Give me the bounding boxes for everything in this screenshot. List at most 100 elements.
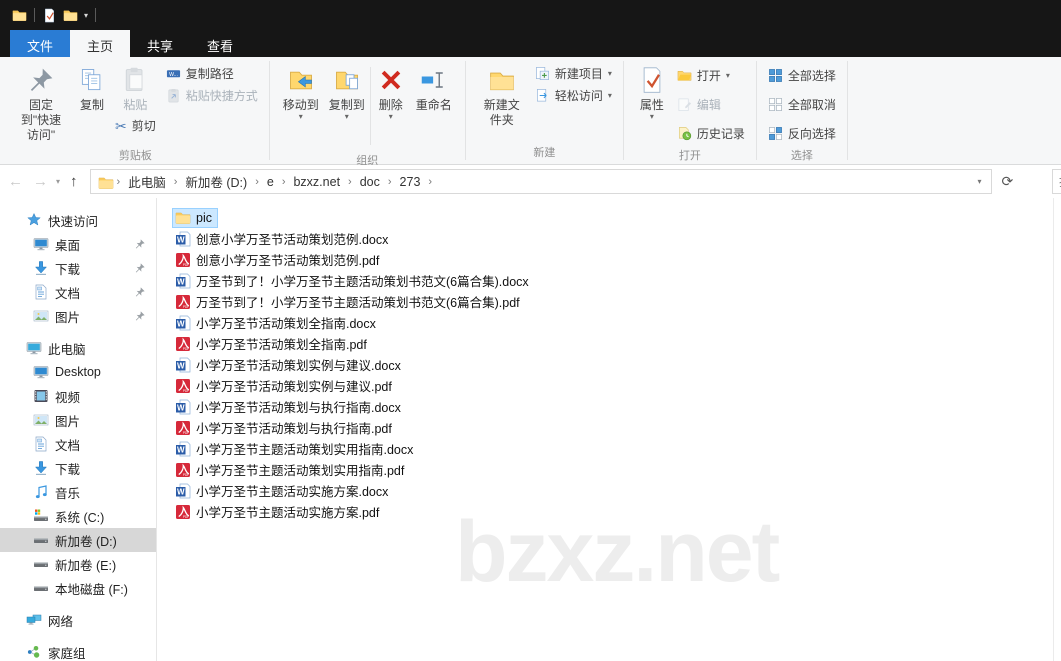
breadcrumb-item[interactable]: 此电脑 — [121, 168, 173, 195]
history-label: 历史记录 — [697, 125, 745, 142]
file-item[interactable]: W小学万圣节活动策划全指南.docx — [172, 311, 382, 334]
copy-to-button[interactable]: 复制到 ▾ — [324, 63, 370, 122]
paste-button[interactable]: 粘贴 — [112, 63, 159, 114]
forward-button[interactable]: → — [31, 173, 56, 190]
properties-button[interactable]: 属性 ▾ — [632, 63, 672, 122]
tab-file[interactable]: 文件 — [10, 30, 70, 57]
open-button[interactable]: 打开 ▾ — [674, 65, 748, 86]
breadcrumb-item[interactable]: 新加卷 (D:) — [178, 168, 254, 195]
sidebar-item-desktop[interactable]: Desktop — [0, 360, 156, 384]
paste-shortcut-button[interactable]: 粘贴快捷方式 — [163, 85, 261, 106]
breadcrumb-item[interactable]: doc — [353, 171, 387, 193]
file-item[interactable]: PDF小学万圣节活动策划实例与建议.pdf — [172, 374, 398, 397]
address-box[interactable]: ›此电脑›新加卷 (D:)›e›bzxz.net›doc›273› ▾ — [90, 169, 992, 194]
pdf-icon: PDF — [175, 420, 191, 436]
word-icon: W — [175, 357, 191, 373]
desktop-icon — [33, 364, 49, 380]
sidebar-item-quick-access[interactable]: 快速访问 — [0, 208, 156, 232]
breadcrumb-item[interactable]: bzxz.net — [286, 171, 347, 193]
chevron-down-icon: ▾ — [726, 72, 730, 80]
back-button[interactable]: ← — [0, 173, 31, 190]
pdf-icon: PDF — [175, 378, 191, 394]
history-button[interactable]: 历史记录 — [674, 123, 748, 144]
delete-button[interactable]: 删除 ▾ — [371, 63, 411, 122]
file-item[interactable]: W万圣节到了！小学万圣节主题活动策划书范文(6篇合集).docx — [172, 269, 535, 292]
pdf-icon: PDF — [175, 462, 191, 478]
sidebar-item-download[interactable]: 下载 — [0, 256, 156, 280]
sidebar-item-drive[interactable]: 本地磁盘 (F:) — [0, 576, 156, 600]
sidebar-item-drive[interactable]: 新加卷 (D:) — [0, 528, 156, 552]
file-item[interactable]: PDF小学万圣节主题活动实施方案.pdf — [172, 500, 385, 523]
file-item[interactable]: W小学万圣节主题活动实施方案.docx — [172, 479, 394, 502]
select-all-button[interactable]: 全部选择 — [765, 65, 839, 86]
sidebar-item-label: 图片 — [55, 307, 80, 326]
easy-access-button[interactable]: 轻松访问 ▾ — [532, 85, 615, 106]
pin-to-quick-access-button[interactable]: 固定到"快速访问" — [10, 63, 72, 144]
folder-item[interactable]: pic — [172, 208, 218, 228]
qat-folder-icon[interactable] — [12, 8, 27, 23]
file-explorer-window: { "icons": { "dropdown": "▾", "back": "←… — [0, 0, 1061, 661]
sidebar-item-picture[interactable]: 图片 — [0, 304, 156, 328]
refresh-icon[interactable]: ⟳ — [992, 173, 1024, 190]
qat-folder2-icon[interactable] — [63, 8, 78, 23]
file-item[interactable]: W创意小学万圣节活动策划范例.docx — [172, 227, 394, 250]
quick-access-icon — [26, 212, 42, 228]
computer-icon — [26, 340, 42, 356]
file-item[interactable]: PDF万圣节到了！小学万圣节主题活动策划书范文(6篇合集).pdf — [172, 290, 526, 313]
sidebar-item-download[interactable]: 下载 — [0, 456, 156, 480]
file-name: 小学万圣节活动策划与执行指南.docx — [196, 397, 401, 416]
select-all-label: 全部选择 — [788, 67, 836, 84]
sidebar-item-label: 快速访问 — [48, 211, 98, 230]
new-folder-button[interactable]: 新建文件夹 — [474, 63, 530, 129]
pin-to-quick-access-label: 固定到"快速访问" — [15, 98, 67, 143]
sidebar-item-picture[interactable]: 图片 — [0, 408, 156, 432]
chevron-down-icon: ▾ — [650, 113, 654, 121]
edit-button[interactable]: 编辑 — [674, 94, 748, 115]
cut-button[interactable]: ✂ 剪切 — [112, 115, 159, 136]
qat-properties-icon[interactable] — [42, 8, 57, 23]
sidebar-item-network[interactable]: 网络 — [0, 608, 156, 632]
rename-button[interactable]: 重命名 — [411, 63, 457, 114]
qat-dropdown-icon[interactable]: ▾ — [84, 11, 88, 20]
invert-selection-button[interactable]: 反向选择 — [765, 123, 839, 144]
sidebar-item-label: 文档 — [55, 435, 80, 454]
sidebar-item-document[interactable]: 文档 — [0, 280, 156, 304]
breadcrumb-item[interactable]: 273 — [393, 171, 428, 193]
file-row: PDF万圣节到了！小学万圣节主题活动策划书范文(6篇合集).pdf — [172, 291, 535, 312]
file-item[interactable]: PDF小学万圣节活动策划与执行指南.pdf — [172, 416, 398, 439]
file-item[interactable]: PDF小学万圣节活动策划全指南.pdf — [172, 332, 373, 355]
sidebar-item-video[interactable]: 视频 — [0, 384, 156, 408]
file-name: 小学万圣节活动策划全指南.docx — [196, 313, 376, 332]
file-name: 创意小学万圣节活动策划范例.docx — [196, 229, 388, 248]
sidebar-item-drive-system[interactable]: 系统 (C:) — [0, 504, 156, 528]
copy-button[interactable]: 复制 — [72, 63, 112, 114]
file-item[interactable]: W小学万圣节主题活动策划实用指南.docx — [172, 437, 419, 460]
select-none-button[interactable]: 全部取消 — [765, 94, 839, 115]
sidebar-item-document[interactable]: 文档 — [0, 432, 156, 456]
address-dropdown-icon[interactable]: ▾ — [969, 177, 991, 186]
search-input[interactable]: 搜索 — [1052, 169, 1061, 194]
breadcrumb-item[interactable]: e — [260, 171, 281, 193]
tab-home[interactable]: 主页 — [70, 30, 130, 57]
address-folder-icon — [98, 175, 114, 189]
sidebar-item-computer[interactable]: 此电脑 — [0, 336, 156, 360]
move-to-button[interactable]: 移动到 ▾ — [278, 63, 324, 122]
sidebar-item-drive[interactable]: 新加卷 (E:) — [0, 552, 156, 576]
up-button[interactable]: ↑ — [62, 173, 86, 190]
ribbon-separator — [847, 61, 848, 160]
file-item[interactable]: PDF创意小学万圣节活动策划范例.pdf — [172, 248, 385, 271]
sidebar-item-desktop[interactable]: 桌面 — [0, 232, 156, 256]
file-row: W小学万圣节主题活动策划实用指南.docx — [172, 438, 535, 459]
file-item[interactable]: PDF小学万圣节主题活动策划实用指南.pdf — [172, 458, 410, 481]
file-item[interactable]: W小学万圣节活动策划实例与建议.docx — [172, 353, 407, 376]
tab-share[interactable]: 共享 — [130, 30, 190, 57]
drive-icon — [33, 556, 49, 572]
file-item[interactable]: W小学万圣节活动策划与执行指南.docx — [172, 395, 407, 418]
pin-icon — [134, 262, 146, 274]
sidebar-item-music[interactable]: 音乐 — [0, 480, 156, 504]
sidebar-item-homegroup[interactable]: 家庭组 — [0, 640, 156, 661]
tab-view[interactable]: 查看 — [190, 30, 250, 57]
new-item-button[interactable]: 新建项目 ▾ — [532, 63, 615, 84]
pin-icon — [134, 286, 146, 298]
copy-path-button[interactable]: W... 复制路径 — [163, 63, 261, 84]
